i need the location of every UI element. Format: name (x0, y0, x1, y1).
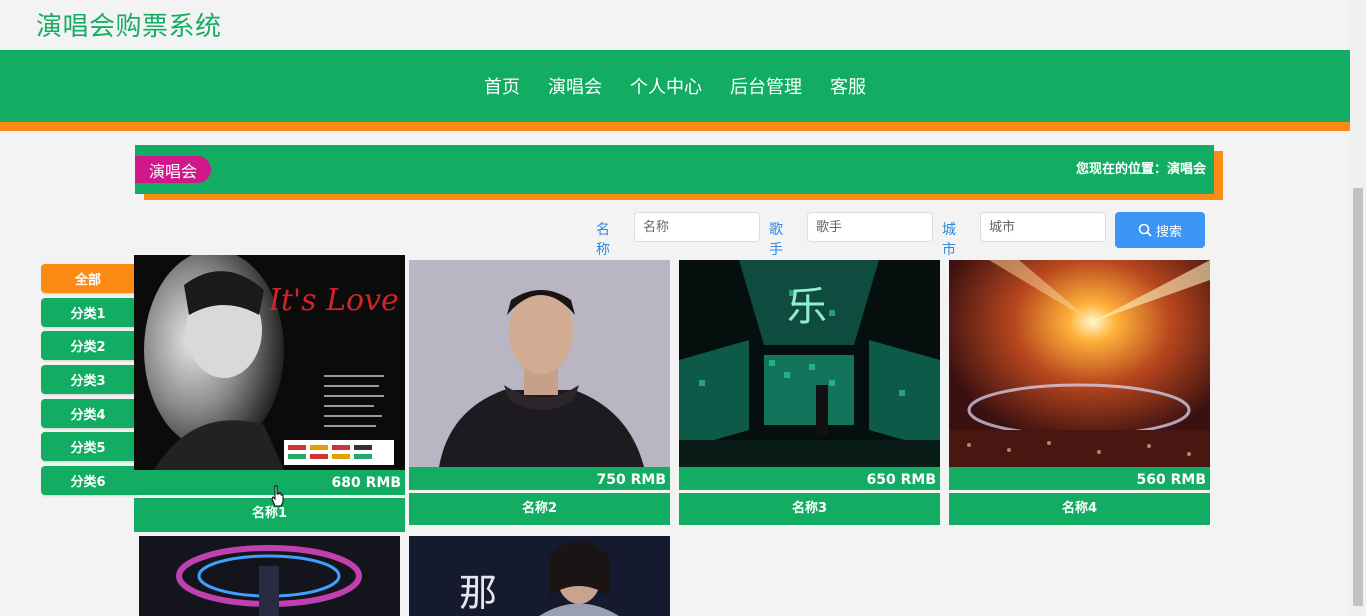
category-1[interactable]: 分类1 (41, 297, 135, 327)
category-all[interactable]: 全部 (41, 264, 135, 293)
main-nav: 首页 演唱会 个人中心 后台管理 客服 (0, 50, 1350, 122)
search-name-input[interactable] (634, 212, 760, 242)
concert-name: 名称2 (409, 493, 670, 525)
concert-poster: It's Love (134, 255, 405, 470)
svg-text:乐: 乐 (787, 284, 827, 330)
category-list: 全部 分类1 分类2 分类3 分类4 分类5 分类6 (41, 264, 135, 500)
concert-poster: 乐 (679, 260, 940, 467)
vertical-scrollbar[interactable] (1350, 0, 1366, 616)
mouse-cursor-icon (271, 485, 284, 507)
category-3[interactable]: 分类3 (41, 365, 135, 395)
breadcrumb: 您现在的位置：演唱会 (1075, 162, 1206, 177)
search-button[interactable]: 搜索 (1115, 212, 1205, 248)
category-6[interactable]: 分类6 (41, 466, 135, 496)
category-2[interactable]: 分类2 (41, 331, 135, 361)
concert-price: 750 RMB (409, 467, 670, 490)
site-title: 演唱会购票系统 (36, 12, 222, 42)
concert-poster (409, 260, 670, 467)
nav-customer-service[interactable]: 客服 (830, 73, 866, 99)
nav-accent-bar (0, 122, 1350, 131)
search-city-input[interactable] (980, 212, 1106, 242)
concert-card[interactable]: 那 (409, 536, 670, 616)
concert-card[interactable]: 560 RMB 名称4 (949, 260, 1210, 525)
concert-poster (139, 536, 400, 616)
search-singer-input[interactable] (807, 212, 933, 242)
nav-personal-center[interactable]: 个人中心 (630, 73, 702, 99)
nav-concerts[interactable]: 演唱会 (548, 73, 602, 99)
concert-card[interactable] (139, 536, 400, 616)
scrollbar-thumb[interactable] (1353, 188, 1363, 606)
section-header: 演唱会 您现在的位置：演唱会 (135, 145, 1214, 194)
search-singer-label: 歌手 (769, 222, 783, 258)
concert-price: 680 RMB (134, 470, 405, 495)
concert-card[interactable]: 750 RMB 名称2 (409, 260, 670, 525)
nav-home[interactable]: 首页 (484, 73, 520, 99)
concert-card[interactable]: It's Love 680 RMB 名称1 (134, 255, 405, 532)
concert-name: 名称4 (949, 493, 1210, 525)
search-icon (1138, 223, 1152, 237)
concert-name: 名称1 (134, 498, 405, 532)
concert-card[interactable]: 乐 650 RMB 名称3 (679, 260, 940, 525)
concert-name: 名称3 (679, 493, 940, 525)
section-title: 演唱会 (135, 156, 211, 183)
category-5[interactable]: 分类5 (41, 432, 135, 462)
concert-price: 650 RMB (679, 467, 940, 490)
search-button-label: 搜索 (1155, 224, 1182, 240)
svg-text:那: 那 (459, 571, 497, 615)
nav-admin[interactable]: 后台管理 (730, 73, 802, 99)
concert-poster: 那 (409, 536, 670, 616)
concert-poster (949, 260, 1210, 467)
search-city-label: 城市 (942, 222, 956, 258)
search-name-label: 名称 (596, 222, 610, 258)
category-4[interactable]: 分类4 (41, 398, 135, 428)
concert-price: 560 RMB (949, 467, 1210, 490)
svg-text:It's Love: It's Love (268, 283, 399, 318)
